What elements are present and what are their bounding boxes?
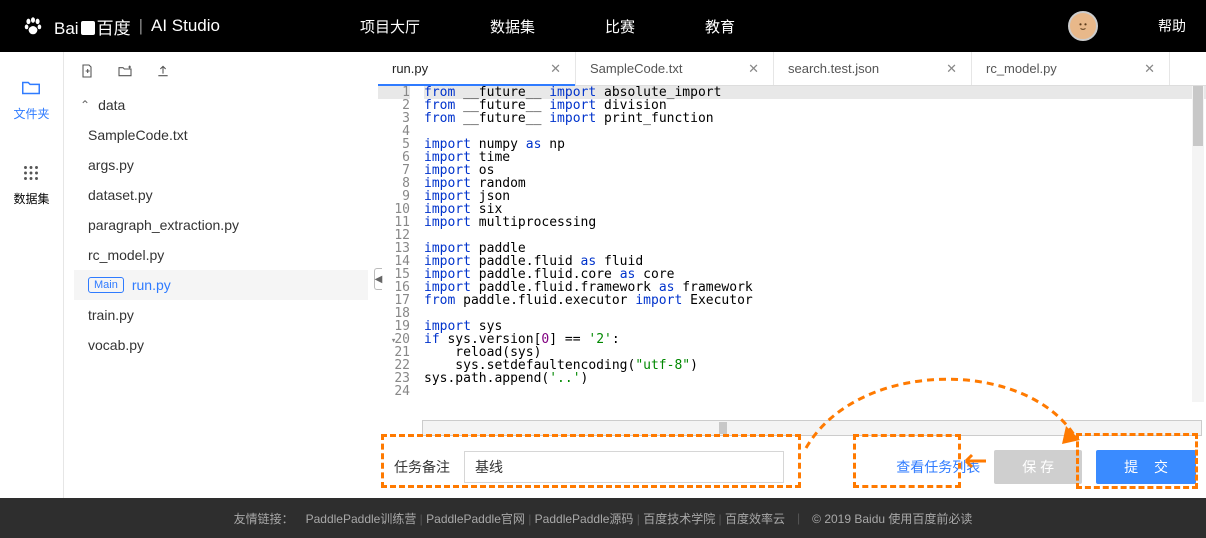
task-note-label: 任务备注	[394, 457, 450, 477]
tree-file-label: args.py	[88, 157, 134, 173]
footer-link[interactable]: PaddlePaddle官网	[426, 512, 525, 526]
upload-icon[interactable]	[155, 63, 171, 79]
tree-file-SampleCode-txt[interactable]: SampleCode.txt	[74, 120, 368, 150]
tree-file-train-py[interactable]: train.py	[74, 300, 368, 330]
tree-file-dataset-py[interactable]: dataset.py	[74, 180, 368, 210]
folder-icon	[20, 77, 42, 99]
tree-file-label: train.py	[88, 307, 134, 323]
scrollbar-horizontal[interactable]	[422, 420, 1202, 436]
code-line[interactable]: import random	[424, 177, 1206, 190]
close-icon[interactable]: ✕	[1144, 61, 1155, 77]
file-tree: ⌃ data SampleCode.txt args.py dataset.py pa…	[64, 90, 378, 360]
iconbar-files[interactable]: 文件夹	[13, 77, 49, 122]
baidu-paw-icon	[20, 13, 46, 39]
footer-link[interactable]: 百度效率云	[725, 512, 785, 526]
help-link[interactable]: 帮助	[1158, 16, 1186, 36]
tree-file-label: SampleCode.txt	[88, 127, 188, 143]
footer-copyright: © 2019 Baidu 使用百度前必读	[812, 510, 972, 527]
tree-file-run-py[interactable]: Main run.py	[74, 270, 368, 300]
file-toolbar	[64, 52, 378, 90]
logo[interactable]: Bai百度 | AI Studio	[20, 13, 220, 39]
tab-rc_model-py[interactable]: rc_model.py ✕	[972, 52, 1170, 85]
scrollbar-vertical[interactable]	[1192, 86, 1204, 402]
close-icon[interactable]: ✕	[748, 61, 759, 77]
code-line[interactable]: import os	[424, 164, 1206, 177]
code-line[interactable]	[424, 229, 1206, 242]
code-line[interactable]: import time	[424, 151, 1206, 164]
logo-square-icon	[81, 21, 95, 35]
chevron-up-icon: ⌃	[80, 98, 90, 112]
iconbar-datasets[interactable]: 数据集	[13, 162, 49, 207]
close-icon[interactable]: ✕	[550, 61, 561, 77]
code-line[interactable]: from __future__ import print_function	[424, 112, 1206, 125]
view-task-list-link[interactable]: 查看任务列表	[896, 457, 980, 477]
iconbar-datasets-label: 数据集	[13, 190, 49, 207]
logo-suffix: 百度	[97, 19, 131, 38]
tab-run-py[interactable]: run.py ✕	[378, 52, 576, 85]
footer-link[interactable]: PaddlePaddle源码	[535, 512, 634, 526]
tree-file-args-py[interactable]: args.py	[74, 150, 368, 180]
footer-link[interactable]: 百度技术学院	[643, 512, 715, 526]
nav: 项目大厅 数据集 比赛 教育	[360, 16, 735, 37]
bottom-bar: 任务备注 查看任务列表 保 存 提 交	[378, 436, 1206, 498]
tree-folder-data[interactable]: ⌃ data	[74, 90, 368, 120]
tab-label: SampleCode.txt	[590, 61, 683, 76]
tree-file-paragraph_extraction-py[interactable]: paragraph_extraction.py	[74, 210, 368, 240]
code-line[interactable]	[424, 307, 1206, 320]
iconbar: 文件夹 数据集	[0, 52, 64, 498]
code-line[interactable]: import numpy as np	[424, 138, 1206, 151]
tree-file-label: rc_model.py	[88, 247, 164, 263]
panel-collapse-handle[interactable]: ◀	[374, 268, 382, 290]
file-panel: ⌃ data SampleCode.txt args.py dataset.py pa…	[64, 52, 378, 498]
new-folder-icon[interactable]	[117, 63, 133, 79]
nav-contests[interactable]: 比赛	[605, 16, 635, 37]
tab-label: rc_model.py	[986, 61, 1057, 76]
close-icon[interactable]: ✕	[946, 61, 957, 77]
editor-tabs: run.py✕SampleCode.txt✕search.test.json✕r…	[378, 52, 1206, 86]
editor: run.py✕SampleCode.txt✕search.test.json✕r…	[378, 52, 1206, 498]
code-area[interactable]: 12345678910111213141516171819▾2021222324…	[378, 86, 1206, 420]
tree-file-label: vocab.py	[88, 337, 144, 353]
avatar[interactable]	[1068, 11, 1098, 41]
tree-file-label: paragraph_extraction.py	[88, 217, 239, 233]
code-line[interactable]	[424, 385, 1206, 398]
header: Bai百度 | AI Studio 项目大厅 数据集 比赛 教育 帮助	[0, 0, 1206, 52]
tab-label: run.py	[392, 61, 428, 76]
nav-datasets[interactable]: 数据集	[490, 16, 535, 37]
footer-link[interactable]: PaddlePaddle训练营	[306, 512, 417, 526]
gutter-line[interactable]: 24	[378, 385, 410, 398]
code-line[interactable]: import multiprocessing	[424, 216, 1206, 229]
new-file-icon[interactable]	[79, 63, 95, 79]
tab-search-test-json[interactable]: search.test.json ✕	[774, 52, 972, 85]
tab-label: search.test.json	[788, 61, 879, 76]
nav-projects[interactable]: 项目大厅	[360, 16, 420, 37]
iconbar-files-label: 文件夹	[13, 105, 49, 122]
code-line[interactable]: import json	[424, 190, 1206, 203]
task-note-input[interactable]	[464, 451, 784, 483]
product-name: AI Studio	[151, 16, 220, 36]
tree-file-rc_model-py[interactable]: rc_model.py	[74, 240, 368, 270]
submit-button[interactable]: 提 交	[1096, 450, 1196, 484]
tree-folder-label: data	[98, 97, 125, 113]
main-badge: Main	[88, 277, 124, 293]
footer: 友情链接： PaddlePaddle训练营 | PaddlePaddle官网 |…	[0, 498, 1206, 538]
tree-file-label: dataset.py	[88, 187, 153, 203]
nav-education[interactable]: 教育	[705, 16, 735, 37]
grid-icon	[20, 162, 42, 184]
tree-file-label: run.py	[132, 277, 171, 293]
tab-SampleCode-txt[interactable]: SampleCode.txt ✕	[576, 52, 774, 85]
footer-prefix: 友情链接：	[234, 510, 294, 527]
logo-text: Bai	[54, 19, 79, 38]
save-button[interactable]: 保 存	[994, 450, 1082, 484]
tree-file-vocab-py[interactable]: vocab.py	[74, 330, 368, 360]
code-line[interactable]: from paddle.fluid.executor import Execut…	[424, 294, 1206, 307]
code-line[interactable]: sys.path.append('..')	[424, 372, 1206, 385]
